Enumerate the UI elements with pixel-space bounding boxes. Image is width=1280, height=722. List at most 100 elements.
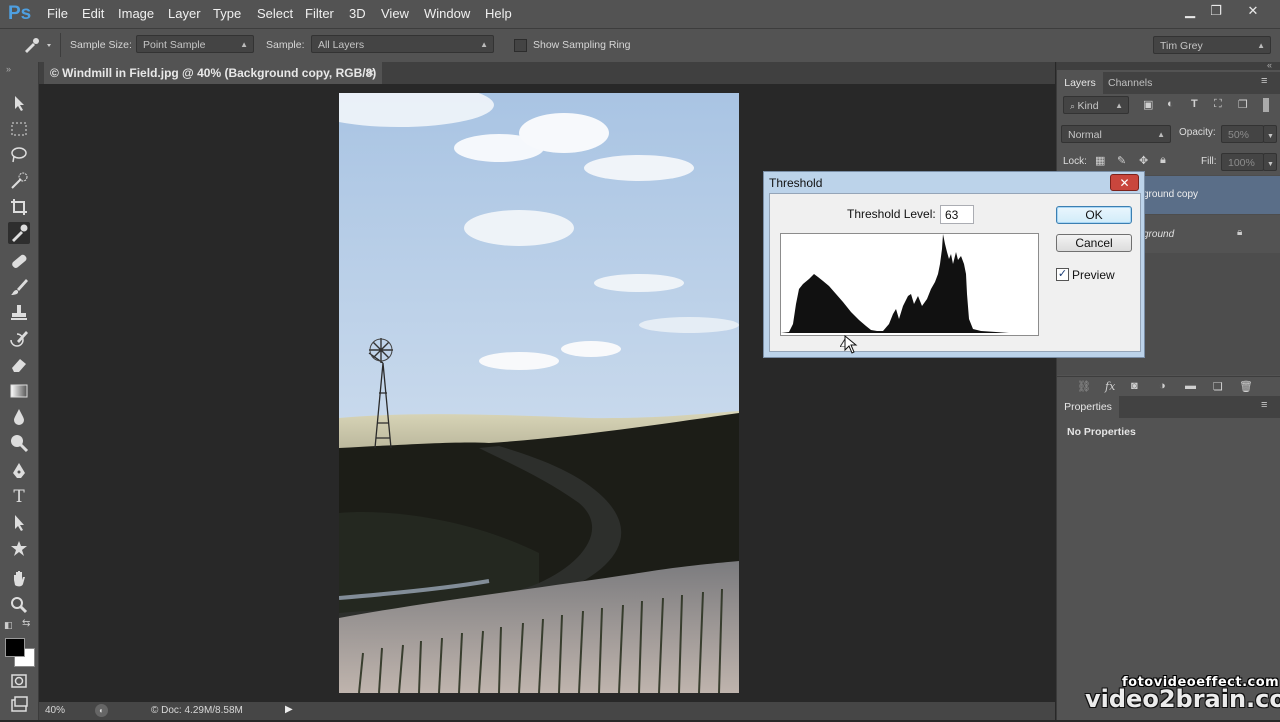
layer-name: ground copy [1143, 189, 1199, 200]
tools-panel: » T ◧ ⇆ [0, 62, 39, 720]
type-tool-icon[interactable]: T [8, 486, 30, 508]
tab-layers[interactable]: Layers [1057, 72, 1103, 94]
hand-tool-icon[interactable] [8, 568, 30, 590]
status-info-icon[interactable]: ◐ [95, 704, 108, 717]
fill-input[interactable]: 100% [1221, 153, 1264, 171]
blur-tool-icon[interactable] [8, 406, 30, 428]
menu-window[interactable]: Window [424, 6, 470, 21]
dialog-close-button[interactable]: ✕ [1110, 174, 1139, 191]
zoom-tool-icon[interactable] [8, 594, 30, 616]
eraser-tool-icon[interactable] [8, 354, 30, 376]
properties-panel-menu-icon[interactable]: ≡ [1261, 399, 1267, 411]
filter-toggle-icon[interactable] [1263, 98, 1269, 112]
crop-tool-icon[interactable] [8, 196, 30, 218]
collapse-dock-icon[interactable]: « [1267, 60, 1272, 70]
zoom-level[interactable]: 40% [45, 705, 65, 716]
lasso-tool-icon[interactable] [8, 144, 30, 166]
layer-filter-dropdown[interactable]: ⌕ Kind ▲ [1063, 96, 1129, 114]
screen-mode-icon[interactable] [8, 694, 30, 716]
lock-image-icon[interactable]: ✎ [1117, 154, 1126, 167]
eyedropper-tool-icon[interactable] [8, 222, 30, 244]
new-layer-icon[interactable]: ❏ [1213, 380, 1223, 393]
new-group-icon[interactable]: ▬ [1185, 380, 1196, 392]
dodge-tool-icon[interactable] [8, 432, 30, 454]
minimize-button[interactable]: ▁ [1177, 3, 1203, 19]
opacity-slider-arrow[interactable]: ▼ [1263, 125, 1277, 143]
filter-pixel-icon[interactable]: ▣ [1143, 98, 1153, 111]
workspace-value: Tim Grey [1160, 40, 1203, 52]
menu-type[interactable]: Type [213, 6, 241, 21]
menu-edit[interactable]: Edit [82, 6, 104, 21]
chevron-down-icon: ▼ [1267, 133, 1274, 140]
mouse-cursor-icon [844, 334, 860, 355]
menu-help[interactable]: Help [485, 6, 512, 21]
restore-button[interactable]: ❐ [1203, 3, 1229, 19]
delete-layer-icon[interactable]: 🗑︎ [1239, 380, 1253, 393]
menu-select[interactable]: Select [257, 6, 293, 21]
lock-all-icon[interactable]: 🔒︎ [1160, 154, 1166, 167]
menu-filter[interactable]: Filter [305, 6, 334, 21]
document-tab[interactable]: © Windmill in Field.jpg @ 40% (Backgroun… [44, 62, 382, 102]
history-brush-tool-icon[interactable] [8, 328, 30, 350]
menu-image[interactable]: Image [118, 6, 154, 21]
swap-colors-icon[interactable]: ⇆ [22, 618, 30, 629]
photoshop-logo: Ps [8, 3, 32, 24]
brush-tool-icon[interactable] [8, 276, 30, 298]
show-sampling-ring-checkbox[interactable] [514, 39, 527, 52]
close-tab-icon[interactable]: × [367, 65, 375, 80]
quick-mask-icon[interactable] [8, 670, 30, 692]
custom-shape-tool-icon[interactable] [8, 538, 30, 560]
panel-dock-header [1057, 62, 1280, 70]
threshold-level-input[interactable] [940, 205, 974, 224]
document-image[interactable] [339, 93, 739, 693]
tab-channels[interactable]: Channels [1108, 77, 1152, 89]
divider [60, 33, 61, 57]
preview-checkbox[interactable]: ✓ [1056, 268, 1069, 281]
lock-position-icon[interactable]: ✥ [1139, 154, 1148, 167]
filter-shape-icon[interactable]: ⛶ [1214, 98, 1222, 111]
pen-tool-icon[interactable] [8, 460, 30, 482]
blend-mode-value: Normal [1068, 129, 1102, 141]
link-layers-icon[interactable]: ⛓ [1077, 380, 1091, 393]
quick-selection-tool-icon[interactable] [8, 170, 30, 192]
filter-adjustment-icon[interactable]: ◐ [1167, 98, 1174, 110]
sample-size-dropdown[interactable]: Point Sample ▲ [136, 35, 254, 53]
lock-transparent-icon[interactable]: ▦ [1095, 154, 1105, 167]
filter-smart-object-icon[interactable]: ❐ [1238, 98, 1248, 111]
lock-label: Lock: [1063, 156, 1087, 167]
sample-label: Sample: [266, 39, 305, 51]
collapse-toolbar-icon[interactable]: » [6, 64, 11, 74]
fill-slider-arrow[interactable]: ▼ [1263, 153, 1277, 171]
default-colors-icon[interactable]: ◧ [4, 620, 13, 631]
opacity-input[interactable]: 50% [1221, 125, 1264, 143]
watermark-video2brain: video2brain.com [1085, 685, 1280, 713]
layers-panel-menu-icon[interactable]: ≡ [1261, 75, 1267, 87]
clone-stamp-tool-icon[interactable] [8, 302, 30, 324]
new-adjustment-layer-icon[interactable]: ◑ [1159, 380, 1166, 392]
eyedropper-preset-icon[interactable] [22, 36, 52, 54]
move-tool-icon[interactable] [8, 92, 30, 114]
layer-style-fx-icon[interactable]: fx [1105, 380, 1115, 393]
sample-dropdown[interactable]: All Layers ▲ [311, 35, 494, 53]
menu-layer[interactable]: Layer [168, 6, 201, 21]
workspace-dropdown[interactable]: Tim Grey ▲ [1153, 36, 1271, 54]
filter-type-icon[interactable]: T [1191, 98, 1198, 110]
ok-button[interactable]: OK [1056, 206, 1132, 224]
healing-brush-tool-icon[interactable] [8, 250, 30, 272]
foreground-color-swatch[interactable] [5, 638, 25, 657]
menu-3d[interactable]: 3D [349, 6, 366, 21]
cancel-button[interactable]: Cancel [1056, 234, 1132, 252]
add-mask-icon[interactable]: ◙ [1131, 380, 1138, 392]
status-bar: 40% ◐ © Doc: 4.29M/8.58M ▶ [39, 702, 1055, 720]
close-window-button[interactable]: ✕ [1240, 3, 1266, 19]
layer-name: ground [1143, 229, 1175, 240]
path-selection-tool-icon[interactable] [8, 512, 30, 534]
gradient-tool-icon[interactable] [8, 380, 30, 402]
tab-properties[interactable]: Properties [1057, 396, 1119, 418]
status-menu-arrow-icon[interactable]: ▶ [285, 704, 293, 715]
right-panel-dock: « Layers Channels ≡ ⌕ Kind ▲ ▣ ◐ T ⛶ ❐ No… [1056, 60, 1280, 720]
menu-file[interactable]: File [47, 6, 68, 21]
marquee-tool-icon[interactable] [8, 118, 30, 140]
blend-mode-dropdown[interactable]: Normal ▲ [1061, 125, 1171, 143]
menu-view[interactable]: View [381, 6, 409, 21]
